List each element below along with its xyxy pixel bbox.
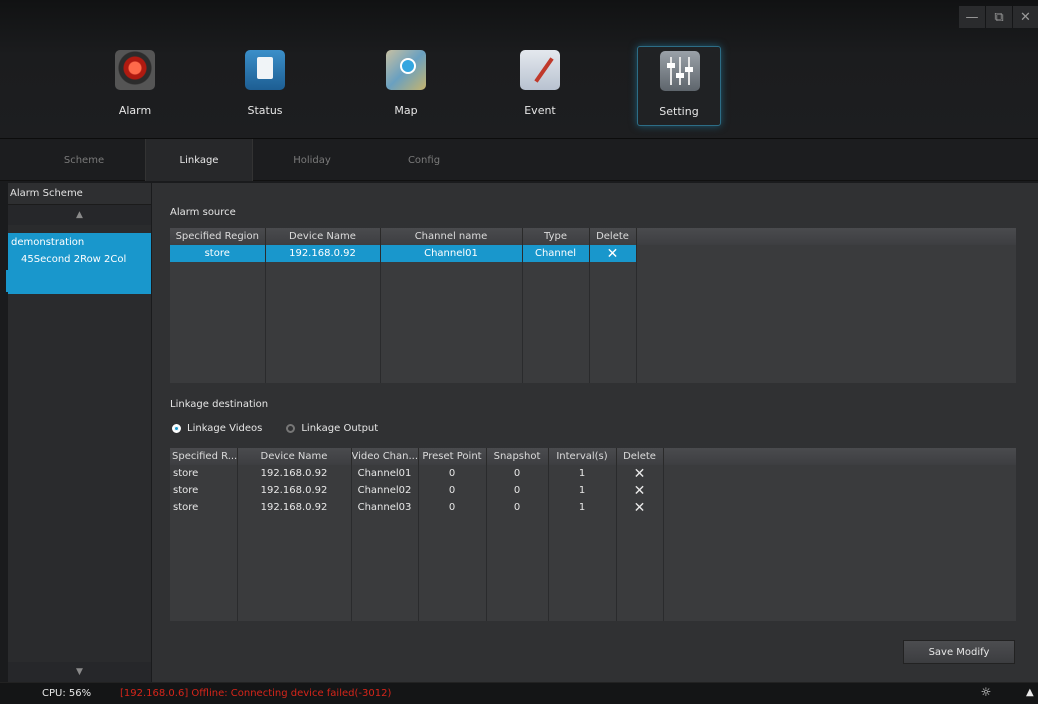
cell-channel: Channel03: [351, 499, 419, 516]
delete-icon[interactable]: ✕: [616, 499, 664, 516]
cell-interval: 1: [548, 465, 617, 482]
col-header[interactable]: Device Name: [265, 228, 381, 245]
sidebar-title: Alarm Scheme: [8, 183, 151, 205]
nav-status-button[interactable]: Status: [223, 46, 307, 126]
table-header-row: Specified R... Device Name Video Chan...…: [170, 448, 1016, 465]
cell-channel: Channel01: [380, 245, 523, 262]
status-icon: [245, 50, 285, 90]
delete-icon-glyph[interactable]: ✕: [634, 500, 646, 516]
expand-up-icon[interactable]: ▲: [1026, 687, 1034, 698]
col-header[interactable]: Specified Region: [170, 228, 266, 245]
col-header-filler: [663, 448, 1016, 465]
nav-label: Status: [247, 104, 283, 117]
table-header-row: Specified Region Device Name Channel nam…: [170, 228, 1016, 245]
scroll-up-icon[interactable]: ▲: [8, 205, 151, 225]
nav-setting-button[interactable]: Setting: [637, 46, 721, 126]
nav-label: Alarm: [118, 104, 152, 117]
cell-type: Channel: [522, 245, 590, 262]
linkage-output-label[interactable]: Linkage Output: [301, 423, 378, 434]
linkage-videos-radio[interactable]: [172, 424, 181, 433]
scheme-name: demonstration: [11, 237, 85, 248]
linkage-type-radio-group: Linkage Videos Linkage Output: [172, 423, 378, 434]
table-row[interactable]: store 192.168.0.92 Channel01 Channel ✕: [170, 245, 1016, 262]
delete-icon-glyph[interactable]: ✕: [607, 246, 619, 262]
empty-area: [170, 516, 1016, 621]
linkage-panel: Alarm source Specified Region Device Nam…: [152, 183, 1038, 682]
minimize-icon[interactable]: —: [959, 6, 985, 28]
col-header[interactable]: Specified R...: [170, 448, 238, 465]
cell-device: 192.168.0.92: [265, 245, 381, 262]
delete-icon[interactable]: ✕: [616, 465, 664, 482]
linkage-destination-table: Specified R... Device Name Video Chan...…: [170, 448, 1016, 621]
col-header[interactable]: Interval(s): [548, 448, 617, 465]
setting-icon: [660, 51, 700, 91]
alarm-source-title: Alarm source: [170, 207, 236, 218]
col-header[interactable]: Type: [522, 228, 590, 245]
cell-snapshot: 0: [486, 482, 549, 499]
nav-event-button[interactable]: Event: [498, 46, 582, 126]
col-header[interactable]: Video Chan...: [351, 448, 419, 465]
nav-label: Setting: [659, 105, 699, 118]
scheme-list-item[interactable]: demonstration 45Second 2Row 2Col: [8, 233, 151, 294]
nav-label: Map: [394, 104, 418, 117]
cell-preset: 0: [418, 482, 487, 499]
tab-scheme[interactable]: Scheme: [30, 139, 138, 181]
cell-region: store: [170, 482, 238, 499]
cell-region: store: [170, 499, 238, 516]
cell-snapshot: 0: [486, 465, 549, 482]
map-icon: [386, 50, 426, 90]
tab-bar: Scheme Linkage Holiday Config: [0, 139, 1038, 181]
cell-channel: Channel02: [351, 482, 419, 499]
alarm-light-icon[interactable]: ☼: [978, 685, 994, 703]
alarm-scheme-sidebar: Alarm Scheme ▲ demonstration 45Second 2R…: [8, 183, 151, 682]
nav-alarm-button[interactable]: Alarm: [93, 46, 177, 126]
col-header[interactable]: Preset Point: [418, 448, 487, 465]
cell-preset: 0: [418, 465, 487, 482]
cell-snapshot: 0: [486, 499, 549, 516]
col-header[interactable]: Channel name: [380, 228, 523, 245]
nav-label: Event: [524, 104, 556, 117]
cell-device: 192.168.0.92: [237, 482, 352, 499]
cpu-usage: CPU: 56%: [42, 688, 92, 699]
tab-config[interactable]: Config: [370, 139, 478, 181]
status-message[interactable]: [192.168.0.6] Offline: Connecting device…: [120, 688, 391, 699]
cell-channel: Channel01: [351, 465, 419, 482]
col-header[interactable]: Snapshot: [486, 448, 549, 465]
cell-preset: 0: [418, 499, 487, 516]
delete-icon[interactable]: ✕: [616, 482, 664, 499]
delete-icon[interactable]: ✕: [589, 245, 637, 262]
linkage-destination-title: Linkage destination: [170, 399, 269, 410]
col-header[interactable]: Delete: [616, 448, 664, 465]
cell-device: 192.168.0.92: [237, 465, 352, 482]
scheme-layout: 45Second 2Row 2Col: [21, 254, 127, 265]
status-bar: CPU: 56% [192.168.0.6] Offline: Connecti…: [0, 682, 1038, 704]
event-icon: [520, 50, 560, 90]
linkage-output-radio[interactable]: [286, 424, 296, 433]
delete-icon-glyph[interactable]: ✕: [634, 483, 646, 499]
top-navigation-bar: — ⧉ ✕ Alarm Status Map Event Setting: [0, 0, 1038, 139]
linkage-videos-label[interactable]: Linkage Videos: [187, 423, 262, 434]
cell-device: 192.168.0.92: [237, 499, 352, 516]
restore-icon[interactable]: ⧉: [986, 6, 1012, 28]
table-row[interactable]: store 192.168.0.92 Channel01 0 0 1 ✕: [170, 465, 1016, 482]
table-row[interactable]: store 192.168.0.92 Channel02 0 0 1 ✕: [170, 482, 1016, 499]
tab-holiday[interactable]: Holiday: [258, 139, 366, 181]
cell-interval: 1: [548, 499, 617, 516]
close-icon[interactable]: ✕: [1013, 6, 1038, 28]
col-header[interactable]: Device Name: [237, 448, 352, 465]
nav-map-button[interactable]: Map: [364, 46, 448, 126]
cell-interval: 1: [548, 482, 617, 499]
delete-icon-glyph[interactable]: ✕: [634, 466, 646, 482]
cell-region: store: [170, 245, 266, 262]
empty-area: [170, 262, 1016, 383]
cell-region: store: [170, 465, 238, 482]
col-header[interactable]: Delete: [589, 228, 637, 245]
alarm-icon: [115, 50, 155, 90]
col-header-filler: [636, 228, 1016, 245]
table-row[interactable]: store 192.168.0.92 Channel03 0 0 1 ✕: [170, 499, 1016, 516]
tab-linkage[interactable]: Linkage: [145, 139, 253, 181]
alarm-source-table: Specified Region Device Name Channel nam…: [170, 228, 1016, 383]
save-modify-button[interactable]: Save Modify: [903, 640, 1015, 664]
scroll-down-icon[interactable]: ▼: [8, 662, 151, 682]
